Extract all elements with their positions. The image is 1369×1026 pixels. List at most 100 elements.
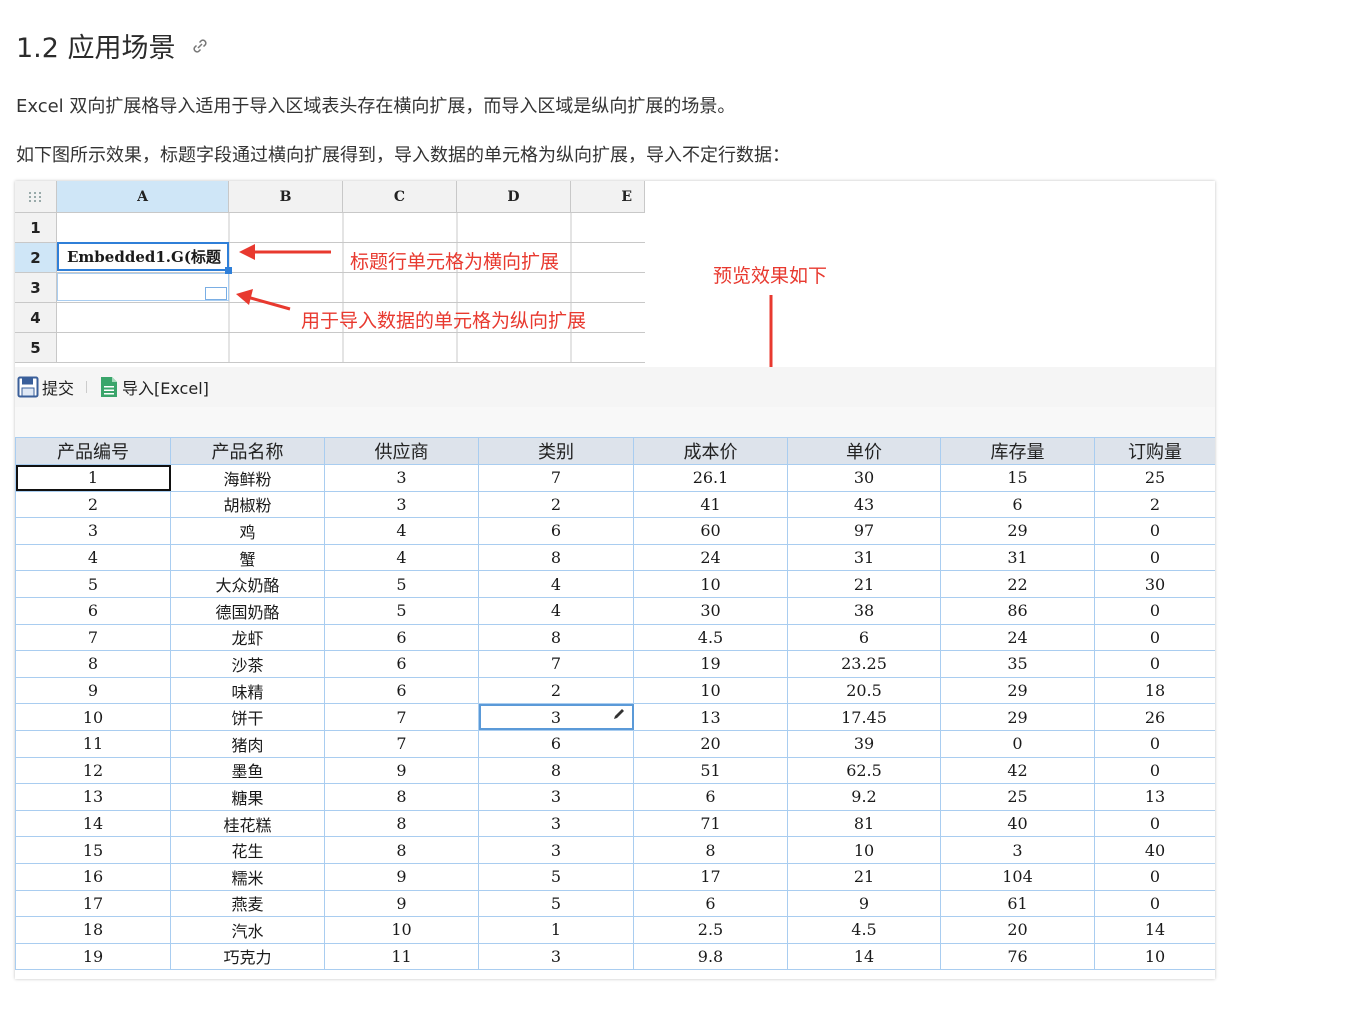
table-cell[interactable]: 6: [324, 676, 479, 705]
table-cell[interactable]: 7: [324, 729, 479, 758]
table-cell[interactable]: 沙茶: [170, 650, 325, 678]
table-cell[interactable]: 6: [940, 490, 1095, 519]
table-cell[interactable]: 3: [15, 517, 171, 545]
column-header[interactable]: 单价: [787, 437, 941, 465]
column-header[interactable]: 产品名称: [170, 437, 325, 465]
table-cell[interactable]: 3: [478, 836, 634, 864]
table-cell[interactable]: 0: [1094, 543, 1215, 572]
table-cell[interactable]: 2: [15, 490, 171, 519]
table-cell[interactable]: 10: [787, 836, 941, 864]
table-cell[interactable]: 7: [478, 650, 634, 678]
table-cell[interactable]: 饼干: [170, 703, 325, 731]
table-cell[interactable]: 26: [1094, 703, 1215, 731]
table-cell[interactable]: 1: [15, 464, 171, 492]
table-cell[interactable]: 2: [478, 676, 634, 705]
table-cell[interactable]: 9.8: [633, 942, 788, 971]
table-cell[interactable]: 0: [1094, 729, 1215, 758]
table-cell[interactable]: 13: [633, 703, 788, 731]
table-cell[interactable]: 10: [15, 703, 171, 731]
table-cell[interactable]: 20: [940, 916, 1095, 944]
table-cell[interactable]: 2: [478, 490, 634, 519]
table-cell[interactable]: 10: [1094, 942, 1215, 971]
table-cell[interactable]: 9.2: [787, 783, 941, 811]
table-cell[interactable]: 6: [478, 729, 634, 758]
table-cell[interactable]: 40: [1094, 836, 1215, 864]
table-cell[interactable]: 8: [15, 650, 171, 678]
table-cell[interactable]: 31: [787, 543, 941, 572]
table-cell[interactable]: 汽水: [170, 916, 325, 944]
table-cell[interactable]: 4: [324, 517, 479, 545]
table-cell[interactable]: 40: [940, 809, 1095, 838]
table-cell[interactable]: 86: [940, 596, 1095, 625]
table-cell[interactable]: 0: [940, 729, 1095, 758]
table-cell[interactable]: 大众奶酪: [170, 570, 325, 598]
column-header[interactable]: 成本价: [633, 437, 788, 465]
table-cell[interactable]: 6: [478, 517, 634, 545]
table-cell[interactable]: 3: [478, 783, 634, 811]
table-cell[interactable]: 13: [15, 783, 171, 811]
table-cell[interactable]: 13: [1094, 783, 1215, 811]
table-cell[interactable]: 29: [940, 517, 1095, 545]
table-cell[interactable]: 7: [15, 623, 171, 652]
submit-button[interactable]: 提交: [17, 375, 74, 399]
table-cell[interactable]: 17: [15, 889, 171, 918]
table-cell[interactable]: 24: [633, 543, 788, 572]
table-cell[interactable]: 0: [1094, 862, 1215, 891]
table-cell[interactable]: 胡椒粉: [170, 490, 325, 519]
table-cell[interactable]: 0: [1094, 756, 1215, 785]
table-cell[interactable]: 4: [15, 543, 171, 572]
table-cell[interactable]: 26.1: [633, 464, 788, 492]
table-cell[interactable]: 17: [633, 862, 788, 891]
table-cell[interactable]: 8: [324, 809, 479, 838]
table-cell[interactable]: 9: [324, 756, 479, 785]
table-cell[interactable]: 42: [940, 756, 1095, 785]
table-cell[interactable]: 76: [940, 942, 1095, 971]
column-header[interactable]: 供应商: [324, 437, 479, 465]
column-header[interactable]: 库存量: [940, 437, 1095, 465]
table-cell[interactable]: 3: [324, 464, 479, 492]
table-cell[interactable]: 51: [633, 756, 788, 785]
table-cell[interactable]: 10: [633, 570, 788, 598]
table-cell[interactable]: 墨鱼: [170, 756, 325, 785]
table-cell[interactable]: 23.25: [787, 650, 941, 678]
table-cell[interactable]: 6: [787, 623, 941, 652]
table-cell[interactable]: 8: [478, 543, 634, 572]
import-excel-button[interactable]: 导入[Excel]: [99, 375, 209, 399]
column-header[interactable]: 产品编号: [15, 437, 171, 465]
table-cell[interactable]: 巧克力: [170, 942, 325, 971]
table-cell[interactable]: 62.5: [787, 756, 941, 785]
table-cell[interactable]: 花生: [170, 836, 325, 864]
table-cell[interactable]: 43: [787, 490, 941, 519]
table-cell[interactable]: 18: [1094, 676, 1215, 705]
table-cell[interactable]: 8: [324, 783, 479, 811]
table-cell[interactable]: 海鲜粉: [170, 464, 325, 492]
table-cell[interactable]: 19: [15, 942, 171, 971]
table-cell[interactable]: 24: [940, 623, 1095, 652]
table-cell[interactable]: 17.45: [787, 703, 941, 731]
table-cell[interactable]: 8: [633, 836, 788, 864]
table-cell[interactable]: 30: [633, 596, 788, 625]
table-cell[interactable]: 6: [324, 650, 479, 678]
table-cell[interactable]: 15: [15, 836, 171, 864]
table-cell[interactable]: 4.5: [633, 623, 788, 652]
table-cell[interactable]: 2: [1094, 490, 1215, 519]
table-cell[interactable]: 11: [15, 729, 171, 758]
table-cell[interactable]: 7: [324, 703, 479, 731]
table-cell[interactable]: 3: [478, 703, 634, 731]
table-cell[interactable]: 19: [633, 650, 788, 678]
table-cell[interactable]: 3: [478, 809, 634, 838]
table-cell[interactable]: 6: [324, 623, 479, 652]
link-icon[interactable]: [190, 36, 210, 56]
column-header[interactable]: 订购量: [1094, 437, 1215, 465]
table-cell[interactable]: 5: [15, 570, 171, 598]
table-cell[interactable]: 22: [940, 570, 1095, 598]
table-cell[interactable]: 燕麦: [170, 889, 325, 918]
table-cell[interactable]: 5: [324, 570, 479, 598]
table-cell[interactable]: 11: [324, 942, 479, 971]
table-cell[interactable]: 5: [324, 596, 479, 625]
table-cell[interactable]: 29: [940, 703, 1095, 731]
table-cell[interactable]: 0: [1094, 889, 1215, 918]
table-cell[interactable]: 21: [787, 570, 941, 598]
table-cell[interactable]: 61: [940, 889, 1095, 918]
table-cell[interactable]: 39: [787, 729, 941, 758]
